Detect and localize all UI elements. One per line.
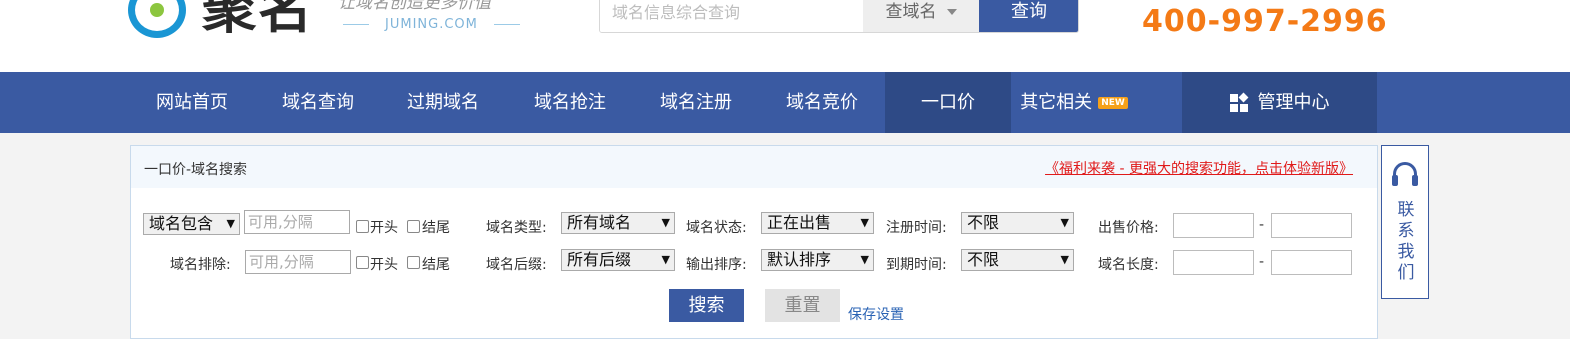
register-time-select[interactable]: 不限 ▼ — [961, 212, 1074, 234]
length-max-input[interactable] — [1271, 250, 1352, 275]
site-header: 聚名 让域名创造更多价值 JUMING.COM 查域名 查询 400-997-2… — [0, 0, 1570, 72]
hotline-number: 400-997-2996 — [1142, 4, 1388, 39]
nav-item-domain-register[interactable]: 域名注册 — [644, 72, 748, 133]
dropdown-arrow-icon: ▼ — [860, 253, 869, 266]
fixed-price-search-panel: 一口价-域名搜索 《福利来袭 - 更强大的搜索功能，点击体验新版》 域名包含 ▼ … — [130, 145, 1378, 339]
domain-length-label: 域名长度: — [1098, 257, 1159, 273]
search-submit-button[interactable]: 查询 — [979, 0, 1078, 32]
domain-type-label: 域名类型: — [486, 220, 547, 236]
exclude-end-label: 结尾 — [422, 257, 450, 273]
header-search: 查域名 查询 — [599, 0, 1079, 33]
promo-link[interactable]: 《福利来袭 - 更强大的搜索功能，点击体验新版》 — [1045, 158, 1353, 178]
expire-time-value: 不限 — [967, 250, 1000, 269]
domain-suffix-value: 所有后缀 — [567, 250, 632, 269]
search-button[interactable]: 搜索 — [669, 289, 744, 322]
contact-us-widget[interactable]: 联系我们 — [1381, 145, 1429, 299]
nav-others-label: 其它相关 — [1020, 92, 1093, 113]
panel-header: 一口价-域名搜索 《福利来袭 - 更强大的搜索功能，点击体验新版》 — [131, 146, 1377, 188]
register-time-value: 不限 — [967, 213, 1000, 232]
domain-exclude-label: 域名排除: — [170, 257, 231, 273]
sale-price-label: 出售价格: — [1098, 220, 1159, 236]
slogan-en: JUMING.COM — [343, 17, 536, 32]
expire-time-label: 到期时间: — [886, 257, 947, 273]
admin-center-label: 管理中心 — [1257, 92, 1330, 113]
domain-contains-value: 域名包含 — [149, 214, 214, 233]
slogan: 让域名创造更多价值 — [338, 0, 491, 13]
nav-item-others[interactable]: 其它相关 NEW — [1011, 72, 1137, 133]
search-type-dropdown[interactable]: 查域名 — [863, 0, 979, 32]
domain-suffix-label: 域名后缀: — [486, 257, 547, 273]
domain-contains-select[interactable]: 域名包含 ▼ — [143, 213, 240, 235]
domain-type-select[interactable]: 所有域名 ▼ — [561, 212, 675, 234]
dropdown-arrow-icon: ▼ — [1060, 253, 1069, 266]
expire-time-select[interactable]: 不限 ▼ — [961, 249, 1074, 271]
price-min-input[interactable] — [1173, 213, 1254, 238]
save-settings-link[interactable]: 保存设置 — [848, 304, 904, 324]
contact-us-label: 联系我们 — [1397, 200, 1415, 283]
search-type-label: 查域名 — [885, 2, 937, 22]
price-range-separator: - — [1259, 217, 1265, 233]
price-max-input[interactable] — [1271, 213, 1352, 238]
contains-end-checkbox[interactable] — [407, 220, 420, 233]
dropdown-arrow-icon: ▼ — [661, 216, 670, 229]
register-time-label: 注册时间: — [886, 220, 947, 236]
dropdown-arrow-icon: ▼ — [1060, 216, 1069, 229]
nav-item-domain-backorder[interactable]: 域名抢注 — [518, 72, 622, 133]
length-min-input[interactable] — [1173, 250, 1254, 275]
domain-exclude-input[interactable]: 可用,分隔 — [245, 250, 351, 274]
dropdown-arrow-icon: ▼ — [860, 216, 869, 229]
nav-item-domain-auction[interactable]: 域名竞价 — [770, 72, 874, 133]
main-nav: 网站首页 域名查询 过期域名 域名抢注 域名注册 域名竞价 一口价 其它相关 NE… — [0, 72, 1570, 133]
dropdown-arrow-icon: ▼ — [661, 253, 670, 266]
panel-title: 一口价-域名搜索 — [144, 162, 248, 178]
output-sort-label: 输出排序: — [686, 257, 747, 273]
length-range-separator: - — [1259, 254, 1265, 270]
exclude-start-label: 开头 — [370, 257, 398, 273]
domain-contains-input[interactable]: 可用,分隔 — [244, 210, 350, 234]
nav-item-domain-query[interactable]: 域名查询 — [266, 72, 370, 133]
domain-type-value: 所有域名 — [567, 213, 632, 232]
domain-status-value: 正在出售 — [767, 213, 832, 232]
dashboard-icon — [1229, 92, 1248, 112]
nav-item-fixed-price[interactable]: 一口价 — [885, 72, 1011, 133]
contains-start-label: 开头 — [370, 220, 398, 236]
exclude-start-checkbox[interactable] — [356, 256, 369, 269]
domain-status-label: 域名状态: — [686, 220, 747, 236]
contains-end-label: 结尾 — [422, 220, 450, 236]
nav-item-home[interactable]: 网站首页 — [140, 72, 244, 133]
logo-text[interactable]: 聚名 — [202, 0, 314, 38]
output-sort-select[interactable]: 默认排序 ▼ — [761, 249, 874, 271]
contains-start-checkbox[interactable] — [356, 220, 369, 233]
domain-search-input[interactable] — [600, 0, 862, 32]
dropdown-arrow-icon: ▼ — [226, 217, 235, 230]
reset-button[interactable]: 重置 — [765, 289, 840, 322]
exclude-end-checkbox[interactable] — [407, 256, 420, 269]
output-sort-value: 默认排序 — [767, 250, 832, 269]
nav-item-expired-domains[interactable]: 过期域名 — [391, 72, 495, 133]
caret-down-icon — [946, 9, 957, 15]
logo-icon[interactable] — [128, 0, 186, 38]
headset-icon — [1392, 162, 1418, 186]
nav-admin-center[interactable]: 管理中心 — [1182, 72, 1377, 133]
domain-status-select[interactable]: 正在出售 ▼ — [761, 212, 874, 234]
domain-suffix-select[interactable]: 所有后缀 ▼ — [561, 249, 675, 271]
new-badge: NEW — [1098, 97, 1128, 109]
